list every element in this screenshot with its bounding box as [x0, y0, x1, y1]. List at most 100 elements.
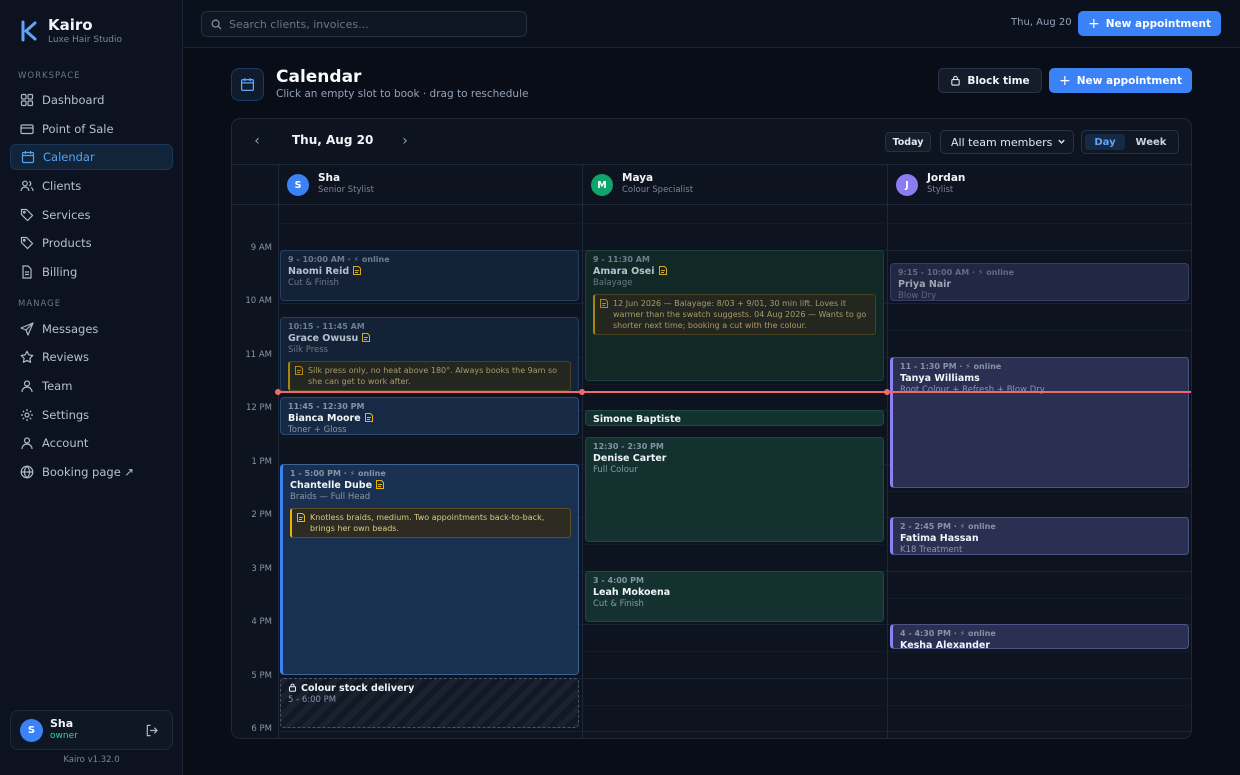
sidebar: Kairo Luxe Hair Studio WORKSPACE Dashboa… [0, 0, 183, 775]
note-icon [600, 299, 608, 308]
appointment-time: 9:15 - 10:00 AM · ⚡ online [898, 268, 1014, 277]
appointment-grace-owusu[interactable]: 10:15 - 11:45 AM Grace Owusu Silk Press … [280, 317, 579, 392]
hour-label: 12 PM [246, 403, 272, 413]
staff-role: Stylist [927, 185, 954, 195]
appointment-time: 4 - 4:30 PM · ⚡ online [900, 629, 996, 638]
client-name: Denise Carter [593, 453, 667, 464]
sidebar-item-clients[interactable]: Clients [10, 173, 173, 199]
sidebar-item-dashboard[interactable]: Dashboard [10, 87, 173, 113]
sidebar-item-services[interactable]: Services [10, 202, 173, 228]
block-time-button[interactable]: Block time [938, 68, 1042, 93]
avatar: J [896, 174, 918, 196]
appointment-naomi-reid[interactable]: 9 - 10:00 AM · ⚡ online Naomi Reid Cut &… [280, 250, 579, 301]
hour-label: 3 PM [251, 564, 272, 574]
appointment-service: Balayage [593, 278, 633, 288]
new-appointment-button[interactable]: + New appointment [1078, 11, 1221, 36]
user-icon [21, 437, 33, 450]
appointment-time: 9 - 10:00 AM · ⚡ online [288, 255, 390, 264]
client-name: Simone Baptiste [593, 414, 681, 425]
sidebar-item-settings[interactable]: Settings [10, 402, 173, 428]
appointment-bianca-moore[interactable]: 11:45 - 12:30 PM Bianca Moore Toner + Gl… [280, 397, 579, 435]
sidebar-item-label: Account [42, 436, 89, 450]
client-name: Fatima Hassan [900, 533, 979, 544]
user-card[interactable]: S Sha owner [10, 710, 173, 750]
chevron-right-icon: › [402, 133, 408, 149]
staff-header: S Sha Senior Stylist M Maya Colour Speci… [232, 165, 1191, 205]
blocked-time-colour-delivery[interactable]: Colour stock delivery 5 - 6:00 PM [280, 678, 579, 728]
search-input[interactable] [229, 17, 499, 31]
appointment-priya-nair[interactable]: 9:15 - 10:00 AM · ⚡ online Priya Nair Bl… [890, 263, 1189, 301]
sidebar-item-team[interactable]: Team [10, 373, 173, 399]
sidebar-item-label: Messages [42, 322, 99, 336]
page-calendar-icon [231, 68, 264, 101]
hour-label: 6 PM [251, 724, 272, 734]
sidebar-item-point-of-sale[interactable]: Point of Sale [10, 116, 173, 142]
staff-column-jordan: J Jordan Stylist [887, 165, 1191, 205]
time-grid[interactable]: 9 AM 10 AM 11 AM 12 PM 1 PM 2 PM 3 PM 4 … [232, 205, 1191, 738]
appointment-client: Amara Osei [593, 265, 876, 278]
sidebar-item-label: Calendar [43, 150, 95, 164]
today-button[interactable]: Today [885, 132, 931, 152]
view-week-button[interactable]: Week [1131, 134, 1171, 150]
sidebar-item-calendar[interactable]: Calendar [10, 144, 173, 170]
lock-icon [288, 683, 297, 692]
tag-icon [20, 208, 34, 222]
new-appointment-button-page[interactable]: + New appointment [1049, 68, 1192, 93]
user-role: owner [50, 731, 78, 741]
sidebar-item-billing[interactable]: Billing [10, 259, 173, 285]
view-day-button[interactable]: Day [1085, 134, 1125, 150]
user-icon [21, 380, 33, 393]
appointment-simone-baptiste[interactable]: Simone Baptiste [585, 410, 884, 426]
client-name: Priya Nair [898, 279, 952, 290]
globe-icon [20, 465, 34, 479]
appointment-leah-mokoena[interactable]: 3 - 4:00 PM Leah Mokoena Cut & Finish [585, 571, 884, 622]
users-icon [20, 180, 34, 192]
appointment-service: Full Colour [593, 465, 638, 475]
sidebar-item-messages[interactable]: Messages [10, 316, 173, 342]
appointment-tanya-williams[interactable]: 11 - 1:30 PM · ⚡ online Tanya Williams R… [890, 357, 1189, 488]
appointment-chantelle-dube[interactable]: 1 - 5:00 PM · ⚡ online Chantelle Dube Br… [280, 464, 579, 675]
sidebar-item-label: Clients [42, 179, 82, 193]
appointment-denise-carter[interactable]: 12:30 - 2:30 PM Denise Carter Full Colou… [585, 437, 884, 542]
appointment-note: Knotless braids, medium. Two appointment… [290, 508, 571, 538]
prev-day-button[interactable]: ‹ [247, 131, 267, 151]
appointment-amara-osei[interactable]: 9 - 11:30 AM Amara Osei Balayage 12 Jun … [585, 250, 884, 381]
sidebar-item-reviews[interactable]: Reviews [10, 344, 173, 370]
calendar-panel: ‹ Thu, Aug 20 › Today All team members D… [231, 118, 1192, 739]
sidebar-item-label: Booking page ↗ [42, 465, 135, 479]
current-time-dot [884, 389, 890, 395]
client-name: Amara Osei [593, 266, 655, 277]
logout-icon[interactable] [145, 724, 158, 737]
file-icon [22, 265, 32, 279]
hour-label: 1 PM [251, 457, 272, 467]
column-divider [887, 205, 888, 738]
kairo-logo-icon [21, 20, 37, 42]
plus-icon: + [1088, 15, 1100, 32]
chevron-left-icon: ‹ [254, 133, 260, 149]
client-name: Leah Mokoena [593, 587, 671, 598]
appointment-fatima-hassan[interactable]: 2 - 2:45 PM · ⚡ online Fatima Hassan K18… [890, 517, 1189, 555]
staff-column-sha: S Sha Senior Stylist [278, 165, 582, 205]
appointment-service: Cut & Finish [593, 599, 644, 609]
button-label: Block time [967, 74, 1030, 87]
appointment-note: Silk press only, no heat above 180°. Alw… [288, 361, 571, 391]
avatar: S [20, 719, 43, 742]
next-day-button[interactable]: › [395, 131, 415, 151]
appointment-service: Blow Dry [898, 291, 937, 301]
sidebar-item-label: Products [42, 236, 92, 250]
appointment-kesha-alexander[interactable]: 4 - 4:30 PM · ⚡ online Kesha Alexander [890, 624, 1189, 649]
appointment-service: Cut & Finish [288, 278, 339, 288]
sidebar-item-booking-page[interactable]: Booking page ↗ [10, 459, 173, 485]
card-icon [20, 124, 34, 135]
sidebar-item-label: Services [42, 208, 91, 222]
team-filter-select[interactable]: All team members [940, 130, 1074, 154]
appointment-time: 9 - 11:30 AM [593, 255, 650, 264]
page-subtitle: Click an empty slot to book · drag to re… [276, 88, 529, 100]
search-box[interactable] [201, 11, 527, 37]
view-toggle: Day Week [1081, 130, 1179, 154]
appointment-service: Silk Press [288, 345, 329, 355]
hour-line [278, 731, 1191, 732]
sidebar-item-account[interactable]: Account [10, 430, 173, 456]
sidebar-item-products[interactable]: Products [10, 230, 173, 256]
sidebar-item-label: Point of Sale [42, 122, 114, 136]
